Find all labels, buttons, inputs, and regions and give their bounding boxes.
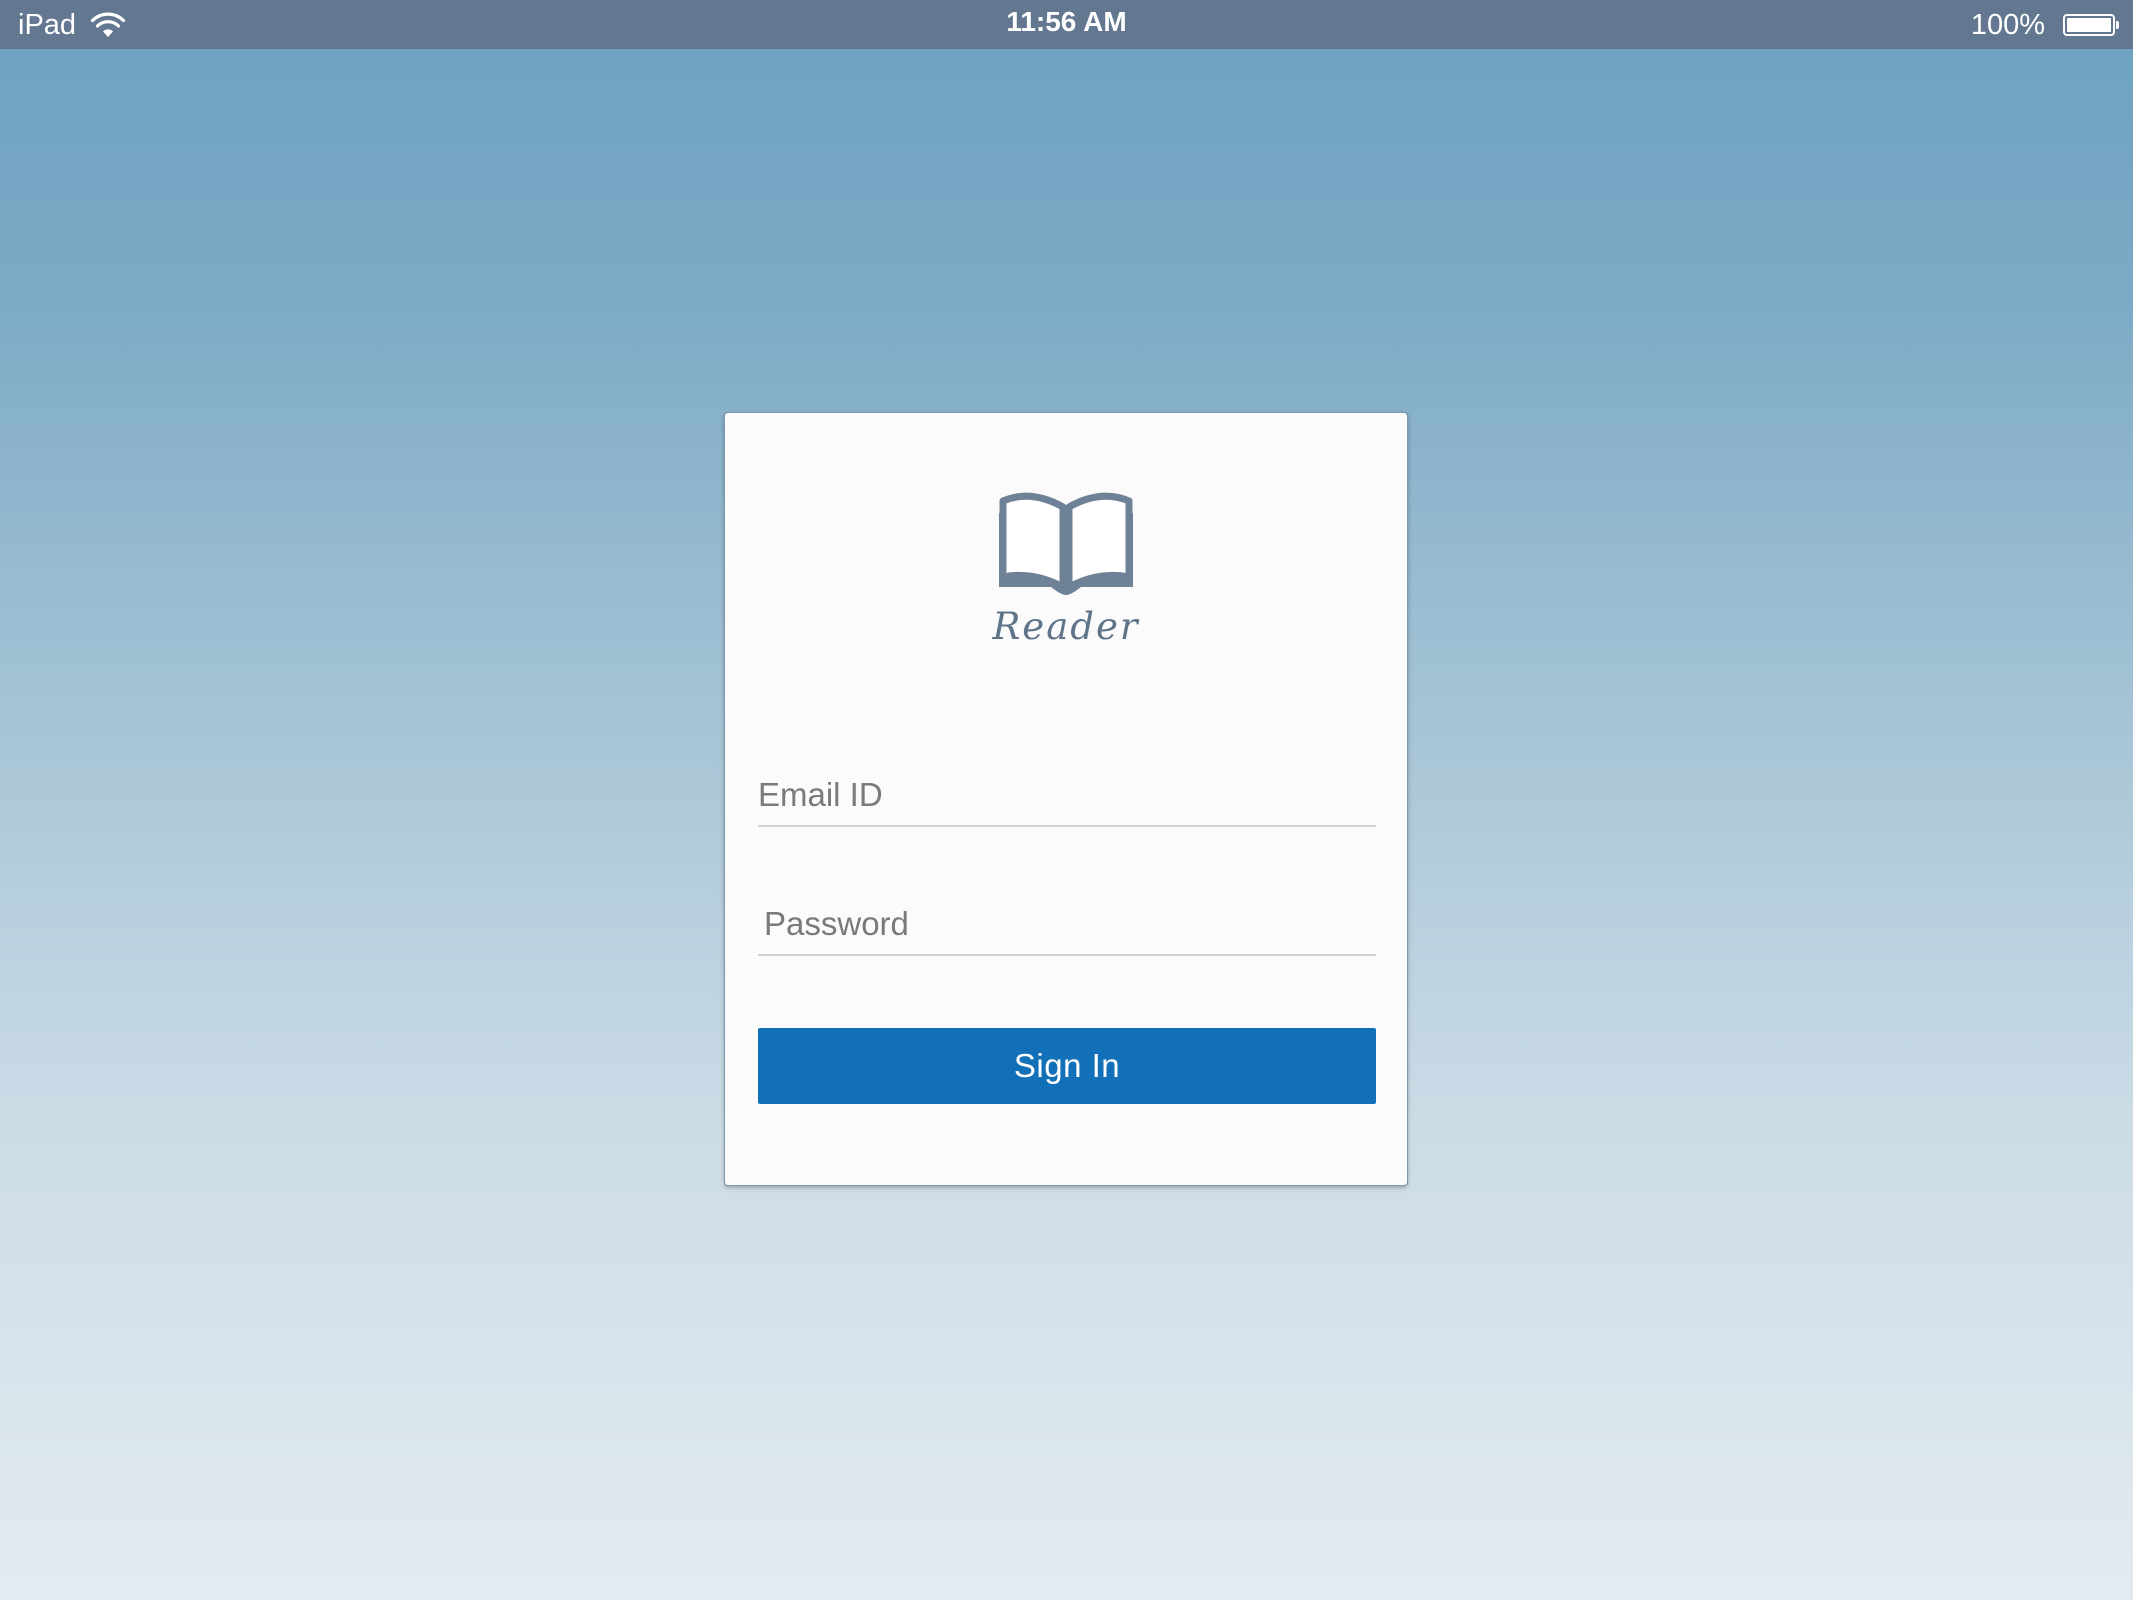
status-bar: iPad 11:56 AM 100% [0,0,2133,49]
battery-icon [2063,14,2119,36]
password-field[interactable] [758,894,1376,956]
battery-fill [2067,18,2111,32]
password-input[interactable] [758,894,1376,954]
battery-tip [2116,21,2119,29]
logo-text: Reader [992,605,1140,648]
status-right: 100% [1970,8,2119,41]
email-input[interactable] [758,765,1376,825]
email-field[interactable] [758,765,1376,827]
app-logo: Reader [725,491,1407,648]
battery-percent: 100% [1970,8,2045,41]
open-book-icon [999,492,1133,595]
status-time: 11:56 AM [1006,6,1127,37]
sign-in-button[interactable]: Sign In [758,1028,1376,1104]
login-card: Reader Sign In [724,412,1408,1186]
